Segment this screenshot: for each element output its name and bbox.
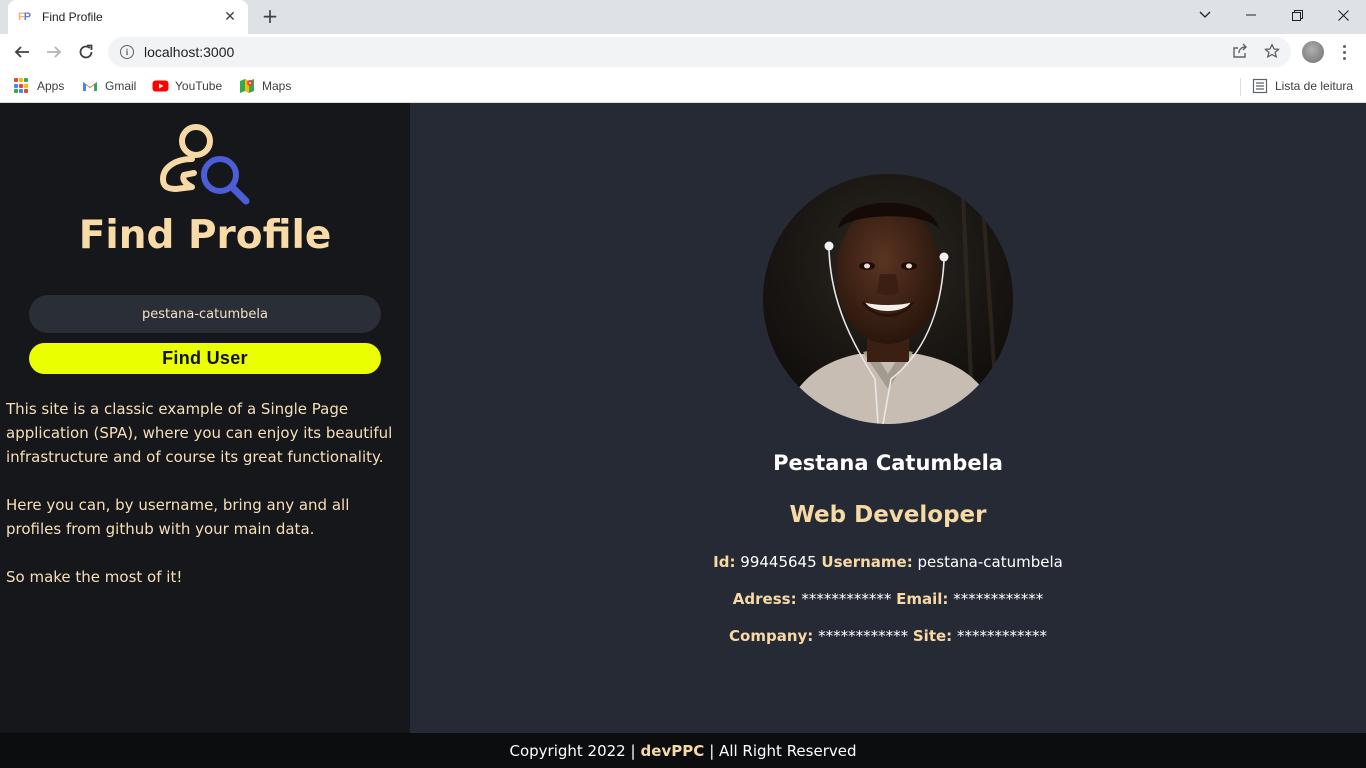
browser-toolbar: i localhost:3000	[0, 34, 1366, 70]
footer-copyright: Copyright 2022 |	[509, 741, 636, 760]
description-paragraph: Here you can, by username, bring any and…	[6, 496, 350, 538]
restore-icon[interactable]	[1274, 0, 1320, 30]
bookmark-youtube[interactable]: YouTube	[152, 76, 222, 96]
close-window-icon[interactable]	[1320, 0, 1366, 30]
address-label: Adress:	[732, 590, 797, 608]
username-label: Username:	[821, 553, 913, 571]
browser-tab[interactable]: FP Find Profile ✕	[8, 0, 248, 34]
maps-icon	[239, 78, 255, 94]
back-arrow-icon[interactable]	[8, 38, 36, 66]
minimize-icon[interactable]	[1228, 0, 1274, 30]
browser-profile-avatar[interactable]	[1302, 41, 1324, 63]
footer-rights: | All Right Reserved	[709, 741, 857, 760]
bookmark-label: Gmail	[105, 79, 137, 93]
reload-icon[interactable]	[72, 38, 100, 66]
profile-info-row: Company: ************ Site: ************	[410, 627, 1366, 645]
tab-search-chevron-icon[interactable]	[1182, 0, 1228, 30]
apps-grid-icon	[14, 78, 30, 94]
description-paragraph: This site is a classic example of a Sing…	[6, 400, 393, 466]
address-url: localhost:3000	[144, 44, 235, 60]
bookmark-label: Apps	[37, 79, 65, 93]
sidebar: Find Profile Find User This site is a cl…	[0, 103, 410, 733]
reading-list-icon	[1252, 78, 1268, 94]
site-label: Site:	[912, 627, 953, 645]
address-value: ************	[801, 590, 892, 608]
site-description: This site is a classic example of a Sing…	[6, 397, 406, 613]
bookmark-apps[interactable]: Apps	[14, 76, 64, 96]
bookmark-maps[interactable]: Maps	[239, 76, 291, 96]
bookmarks-divider	[1240, 78, 1241, 96]
forward-arrow-icon[interactable]	[40, 38, 68, 66]
profile-panel: Pestana Catumbela Web Developer Id: 9944…	[410, 103, 1366, 733]
find-user-button[interactable]: Find User	[29, 343, 381, 374]
new-tab-button[interactable]: +	[258, 5, 282, 29]
bookmarks-bar: Apps Gmail YouTube Maps Lista de leitura	[0, 70, 1366, 103]
reading-list-label: Lista de leitura	[1275, 79, 1354, 93]
tab-title: Find Profile	[42, 10, 103, 24]
close-tab-icon[interactable]: ✕	[222, 9, 238, 25]
id-label: Id:	[713, 553, 736, 571]
username-search-input[interactable]	[29, 295, 381, 333]
bookmark-star-icon[interactable]	[1259, 38, 1285, 64]
username-value: pestana-catumbela	[917, 553, 1063, 571]
site-value: ************	[956, 627, 1047, 645]
company-label: Company:	[729, 627, 814, 645]
site-info-icon[interactable]: i	[120, 45, 134, 59]
browser-title-bar: FP Find Profile ✕ +	[0, 0, 1366, 34]
email-label: Email:	[896, 590, 949, 608]
share-icon[interactable]	[1227, 38, 1253, 64]
favicon-icon: FP	[18, 11, 31, 23]
footer-brand: devPPC	[640, 741, 705, 760]
profile-photo	[763, 174, 1013, 424]
app-title: Find Profile	[78, 213, 332, 258]
id-value: 99445645	[740, 553, 817, 571]
bookmark-gmail[interactable]: Gmail	[82, 76, 136, 96]
address-bar[interactable]: i localhost:3000	[108, 37, 1291, 67]
youtube-icon	[152, 78, 169, 94]
find-profile-logo-icon	[158, 121, 252, 205]
email-value: ************	[953, 590, 1044, 608]
browser-menu-icon[interactable]	[1336, 39, 1352, 65]
bookmark-label: YouTube	[175, 79, 223, 93]
profile-role: Web Developer	[789, 502, 987, 528]
page-footer: Copyright 2022 | devPPC | All Right Rese…	[0, 733, 1366, 768]
bookmark-label: Maps	[262, 79, 292, 93]
gmail-icon	[82, 78, 98, 94]
profile-info-row: Adress: ************ Email: ************	[410, 590, 1366, 608]
description-paragraph: So make the most of it!	[6, 568, 183, 586]
profile-info-row: Id: 99445645 Username: pestana-catumbela	[410, 553, 1366, 571]
profile-name: Pestana Catumbela	[773, 451, 1003, 475]
company-value: ************	[818, 627, 909, 645]
reading-list-button[interactable]: Lista de leitura	[1252, 76, 1353, 96]
web-page: Find Profile Find User This site is a cl…	[0, 103, 1366, 768]
